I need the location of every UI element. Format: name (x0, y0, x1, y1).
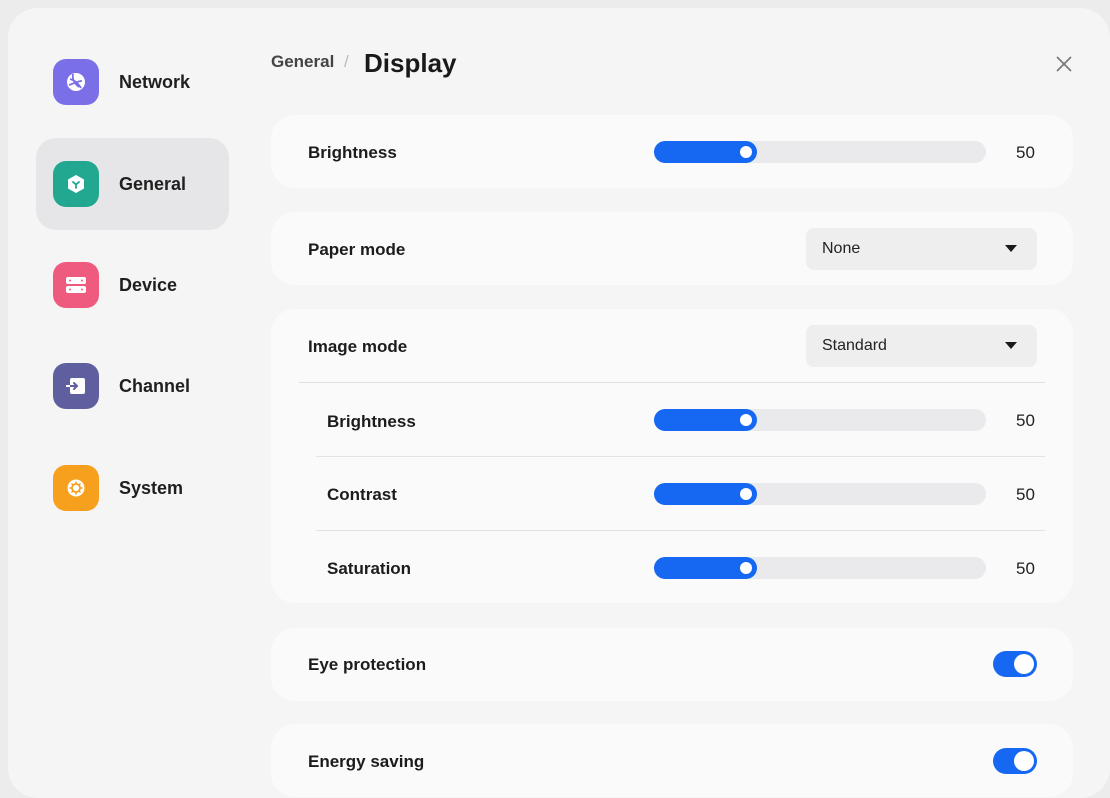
contrast-label: Contrast (327, 485, 397, 504)
image-mode-dropdown[interactable]: Standard (806, 325, 1037, 367)
paper-mode-dropdown[interactable]: None (806, 228, 1037, 270)
contrast-value: 50 (1016, 485, 1035, 504)
slider-thumb[interactable] (740, 562, 752, 574)
sidebar-item-label: Device (119, 274, 178, 295)
brightness-card: Brightness 50 (271, 115, 1073, 188)
toggle-knob (1014, 751, 1034, 771)
image-mode-card: Image mode Standard Brightness 50 Contra… (271, 309, 1073, 603)
close-icon[interactable] (1054, 54, 1074, 74)
caret-down-icon (1005, 245, 1017, 252)
paper-mode-label: Paper mode (308, 240, 406, 259)
slider-thumb[interactable] (740, 488, 752, 500)
sidebar-item-label: General (119, 173, 187, 194)
image-brightness-label: Brightness (327, 412, 416, 431)
sidebar-item-label: Network (119, 71, 191, 92)
image-mode-selected: Standard (822, 337, 887, 354)
divider (316, 456, 1045, 457)
caret-down-icon (1005, 342, 1017, 349)
network-icon (53, 59, 99, 105)
eye-protection-label: Eye protection (308, 655, 427, 674)
slider-thumb[interactable] (740, 146, 752, 158)
breadcrumb-separator: / (344, 52, 349, 71)
sidebar-item-label: System (119, 477, 184, 498)
energy-saving-label: Energy saving (308, 752, 425, 771)
paper-mode-card: Paper mode None (271, 212, 1073, 285)
breadcrumb[interactable]: General (271, 52, 334, 72)
brightness-value: 50 (1016, 143, 1035, 162)
paper-mode-selected: None (822, 240, 861, 257)
toggle-knob (1014, 654, 1034, 674)
sidebar-item-system[interactable]: System (36, 442, 229, 534)
page-title: Display (364, 48, 457, 78)
sidebar-item-channel[interactable]: Channel (36, 340, 229, 432)
eye-protection-card: Eye protection (271, 628, 1073, 701)
saturation-label: Saturation (327, 559, 412, 578)
image-brightness-value: 50 (1016, 411, 1035, 430)
system-icon (53, 465, 99, 511)
brightness-label: Brightness (308, 143, 397, 162)
energy-saving-card: Energy saving (271, 724, 1073, 797)
sidebar-item-label: Channel (119, 375, 191, 396)
device-icon (53, 262, 99, 308)
sidebar-item-general[interactable]: General (36, 138, 229, 230)
image-mode-label: Image mode (308, 337, 408, 356)
saturation-slider[interactable] (654, 557, 986, 579)
slider-thumb[interactable] (740, 414, 752, 426)
divider (299, 382, 1045, 383)
eye-protection-toggle[interactable] (993, 651, 1037, 677)
settings-window: Network General Device Channel System Ge… (8, 8, 1110, 798)
image-brightness-slider[interactable] (654, 409, 986, 431)
general-icon (53, 161, 99, 207)
saturation-value: 50 (1016, 559, 1035, 578)
contrast-slider[interactable] (654, 483, 986, 505)
sidebar-item-device[interactable]: Device (36, 239, 229, 331)
sidebar-item-network[interactable]: Network (36, 36, 229, 128)
energy-saving-toggle[interactable] (993, 748, 1037, 774)
divider (316, 530, 1045, 531)
channel-icon (53, 363, 99, 409)
brightness-slider[interactable] (654, 141, 986, 163)
